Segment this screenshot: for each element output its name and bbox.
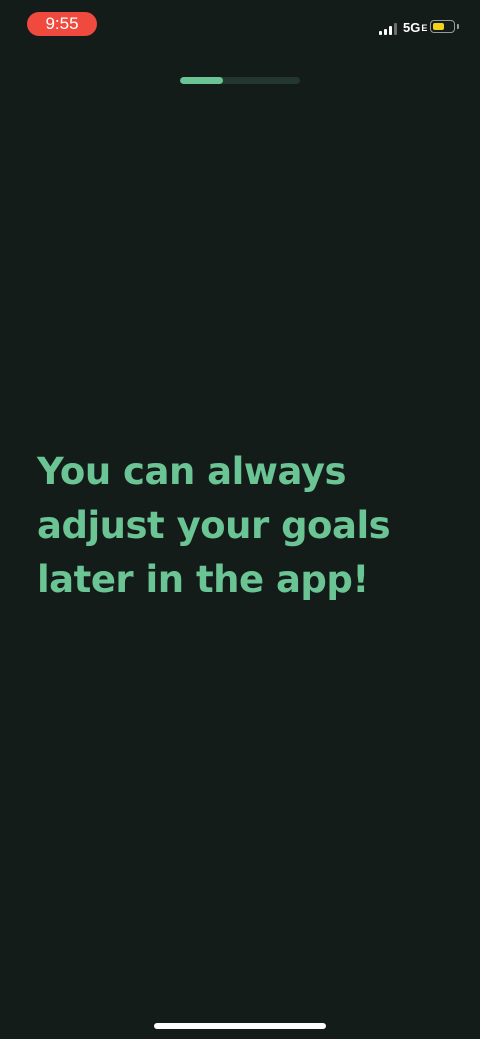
network-indicator: 5GE [403,20,427,35]
battery-icon [430,20,455,33]
battery-level [432,22,444,30]
status-time[interactable]: 9:55 [27,12,97,36]
network-suffix: E [421,23,428,33]
home-indicator[interactable] [154,1023,326,1029]
onboarding-progress-bar [180,77,300,84]
battery-cap [457,24,459,29]
status-bar: 9:55 5GE [0,0,480,50]
onboarding-progress-fill [180,77,224,84]
cellular-signal-icon [379,21,401,35]
onboarding-message: You can always adjust your goals later i… [37,450,391,601]
network-type: 5G [403,20,421,35]
